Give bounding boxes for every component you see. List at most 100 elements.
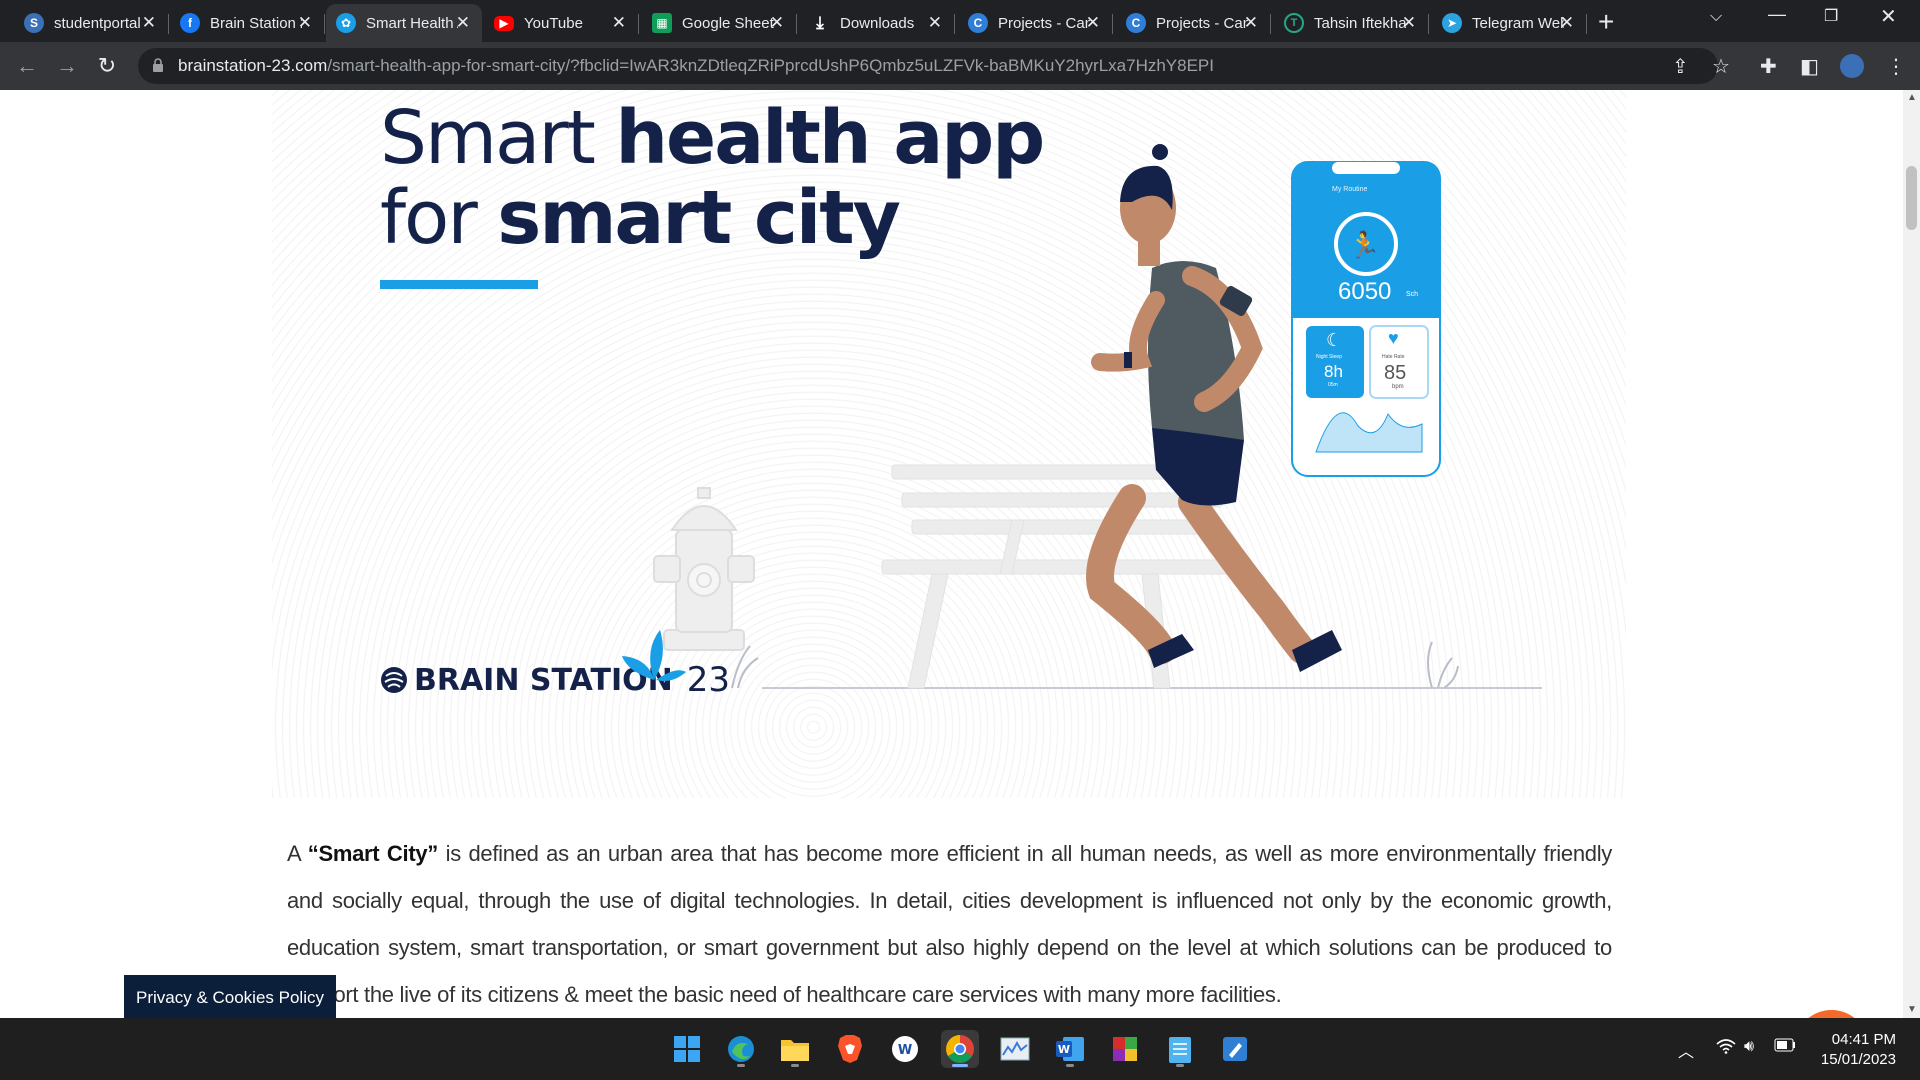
scroll-thumb[interactable]: [1906, 166, 1917, 230]
running-indicator: [791, 1064, 799, 1067]
tab-projects-canva-1[interactable]: C Projects - Canva ✕: [958, 4, 1113, 42]
google-sheets-icon: ▦: [652, 13, 672, 33]
profile-avatar[interactable]: [1840, 54, 1864, 78]
system-clock[interactable]: 04:41 PM 15/01/2023: [1810, 1030, 1896, 1070]
close-icon[interactable]: ✕: [298, 13, 312, 33]
svg-text:W: W: [1058, 1043, 1070, 1056]
chat-launcher-button[interactable]: [1794, 1010, 1869, 1018]
clock-date: 15/01/2023: [1820, 1051, 1896, 1068]
tab-separator: [1112, 14, 1113, 34]
extensions-puzzle-icon[interactable]: ✚: [1760, 54, 1777, 79]
tab-title: Projects - Canva: [998, 14, 1090, 32]
canva-icon: C: [1126, 13, 1146, 33]
chrome-icon[interactable]: [941, 1030, 979, 1068]
tab-separator: [796, 14, 797, 34]
tab-separator: [638, 14, 639, 34]
volume-icon[interactable]: 🔊︎: [1744, 1038, 1754, 1056]
tab-telegram[interactable]: ➤ Telegram Web ✕: [1432, 4, 1587, 42]
browser-toolbar: ← → ↻ brainstation-23.com/smart-health-a…: [0, 42, 1920, 90]
wifi-icon[interactable]: [1716, 1038, 1736, 1059]
paint-icon[interactable]: [1216, 1030, 1254, 1068]
privacy-policy-button[interactable]: Privacy & Cookies Policy: [124, 975, 336, 1020]
running-indicator: [952, 1064, 968, 1067]
file-explorer-icon[interactable]: [776, 1030, 814, 1068]
running-indicator: [1066, 1064, 1074, 1067]
clock-time: 04:41 PM: [1831, 1031, 1896, 1048]
page-scrollbar[interactable]: ▲ ▼: [1903, 90, 1920, 1018]
tab-separator: [168, 14, 169, 34]
tab-title: Projects - Canva: [1156, 14, 1248, 32]
phone-illustration: [1291, 161, 1441, 477]
new-tab-button[interactable]: +: [1598, 6, 1614, 38]
brainstation-icon: ✿: [336, 13, 356, 33]
bookmark-star-icon[interactable]: ☆: [1712, 54, 1730, 79]
page-content: Smart health app for smart city BRAIN ST…: [0, 90, 1903, 1018]
tab-separator: [1270, 14, 1271, 34]
battery-icon[interactable]: [1774, 1038, 1796, 1057]
article-prefix: A: [287, 841, 308, 866]
tahsin-icon: T: [1284, 13, 1304, 33]
close-icon[interactable]: ✕: [770, 13, 784, 33]
tab-search-chevron-icon[interactable]: ⌵: [1710, 8, 1722, 26]
tab-title: YouTube: [524, 14, 583, 32]
close-icon[interactable]: ✕: [1244, 13, 1258, 33]
tab-google-sheets[interactable]: ▦ Google Sheets ✕: [642, 4, 797, 42]
article-term: “Smart City”: [307, 841, 439, 866]
phone-heart-label: Hate Rate: [1382, 354, 1405, 360]
running-indicator: [737, 1064, 745, 1067]
tray-overflow-chevron-icon[interactable]: ︿: [1678, 1038, 1694, 1062]
moon-icon: ☾: [1326, 330, 1343, 350]
tab-youtube[interactable]: ▶ YouTube ✕: [484, 4, 639, 42]
close-icon[interactable]: ✕: [928, 13, 942, 33]
tab-separator: [1428, 14, 1429, 34]
tab-projects-canva-2[interactable]: C Projects - Canva ✕: [1116, 4, 1271, 42]
reload-button[interactable]: ↻: [92, 51, 122, 81]
back-button[interactable]: ←: [12, 51, 42, 81]
notepad-icon[interactable]: [1161, 1030, 1199, 1068]
close-icon[interactable]: ✕: [612, 13, 626, 33]
scroll-down-arrow-icon[interactable]: ▼: [1907, 1004, 1917, 1015]
student-portal-icon: S: [24, 13, 44, 33]
tab-separator: [324, 14, 325, 34]
tab-brainstation-facebook[interactable]: f Brain Station 23 ✕: [170, 4, 325, 42]
brave-icon[interactable]: [831, 1030, 869, 1068]
winrar-icon[interactable]: [1106, 1030, 1144, 1068]
forward-button[interactable]: →: [52, 51, 82, 81]
address-bar[interactable]: brainstation-23.com/smart-health-app-for…: [138, 48, 1718, 84]
windows-start-icon[interactable]: [668, 1030, 706, 1068]
task-manager-icon[interactable]: [996, 1030, 1034, 1068]
runner-icon: 🏃: [1348, 230, 1381, 260]
heart-icon: ♥: [1388, 328, 1399, 348]
tab-title: Downloads: [840, 14, 915, 32]
phone-sleep-value: 8h: [1324, 362, 1343, 381]
scroll-up-arrow-icon[interactable]: ▲: [1907, 92, 1917, 103]
phone-sleep-sub: 05m: [1328, 382, 1338, 388]
tab-separator: [954, 14, 955, 34]
menu-kebab-icon[interactable]: ⋮: [1886, 54, 1906, 79]
telegram-icon: ➤: [1442, 13, 1462, 33]
side-panel-icon[interactable]: ◧: [1800, 54, 1819, 79]
tab-studentportal[interactable]: S studentportal ✕: [14, 4, 169, 42]
tab-smart-health-app[interactable]: ✿ Smart Health App ✕: [326, 4, 482, 42]
minimize-button[interactable]: —: [1768, 4, 1786, 25]
close-window-button[interactable]: ✕: [1880, 4, 1897, 29]
facebook-icon: f: [180, 13, 200, 33]
tab-title: Tahsin Iftekhar: [1314, 14, 1406, 32]
hero-banner: Smart health app for smart city BRAIN ST…: [272, 90, 1626, 798]
tab-title: Smart Health App: [366, 14, 458, 32]
close-icon[interactable]: ✕: [1086, 13, 1100, 33]
tab-separator: [1586, 14, 1587, 34]
wps-icon[interactable]: W: [886, 1030, 924, 1068]
close-icon[interactable]: ✕: [1402, 13, 1416, 33]
tab-downloads[interactable]: ⤓ Downloads ✕: [800, 4, 955, 42]
edge-icon[interactable]: [722, 1030, 760, 1068]
close-icon[interactable]: ✕: [1560, 13, 1574, 33]
url-host: brainstation-23.com: [178, 56, 328, 75]
word-icon[interactable]: W: [1051, 1030, 1089, 1068]
close-icon[interactable]: ✕: [456, 13, 470, 33]
restore-button[interactable]: ❐: [1824, 6, 1838, 26]
close-icon[interactable]: ✕: [142, 13, 156, 33]
phone-header-label: My Routine: [1332, 186, 1368, 193]
tab-tahsin[interactable]: T Tahsin Iftekhar ✕: [1274, 4, 1429, 42]
share-icon[interactable]: ⇪: [1672, 54, 1689, 79]
